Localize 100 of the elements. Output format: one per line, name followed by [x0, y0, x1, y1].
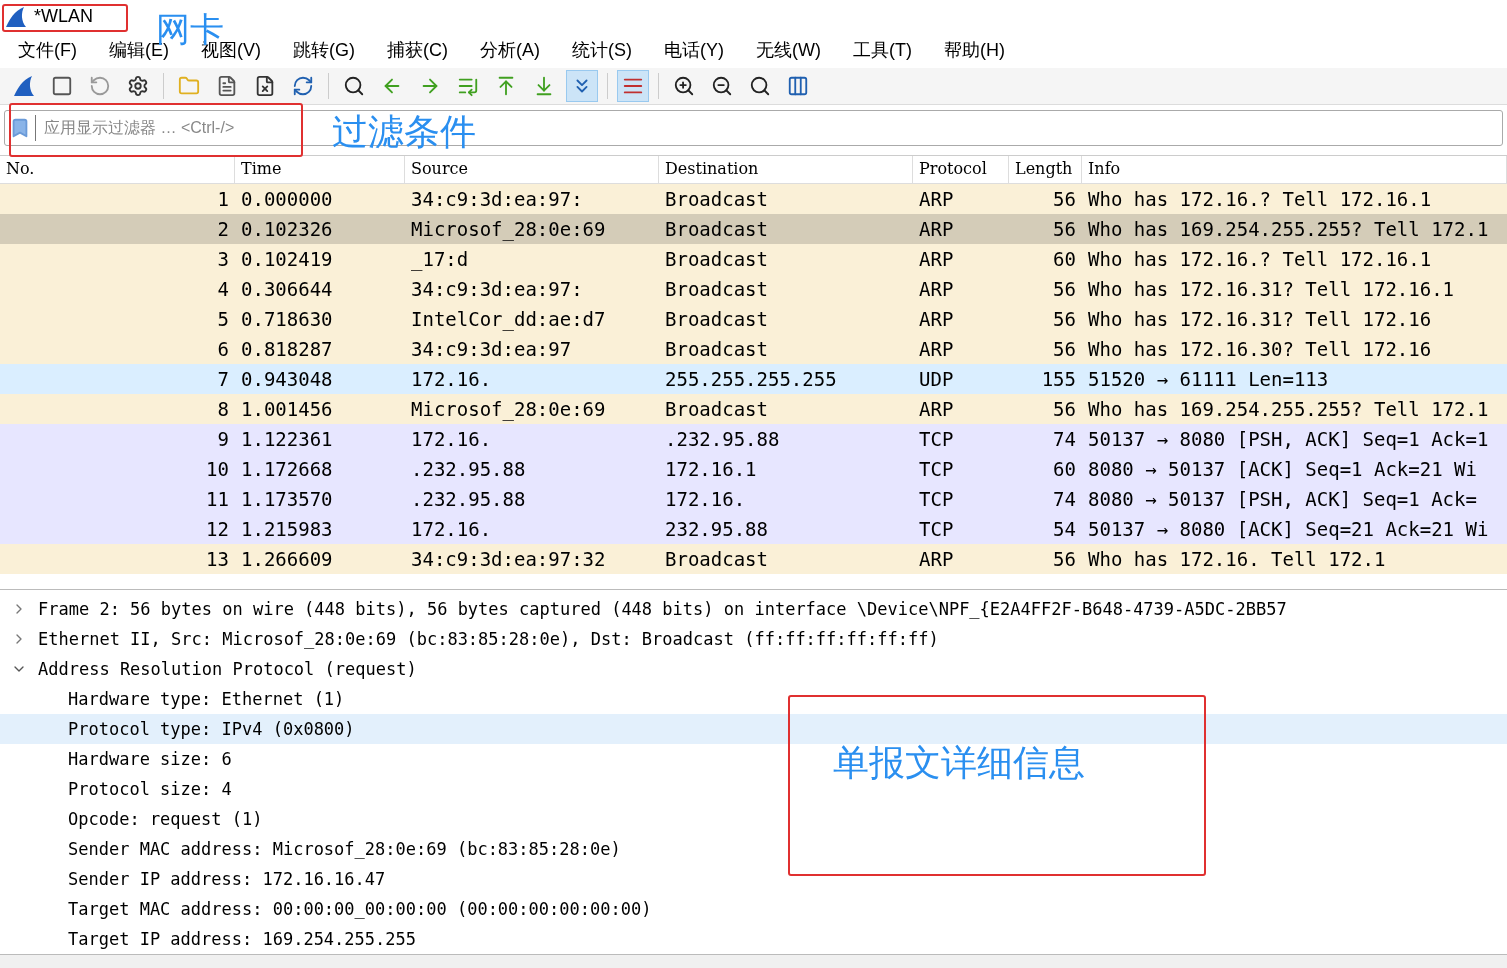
destination-cell-text: 172.16. [664, 486, 747, 512]
detail-text[interactable]: Sender IP address: 172.16.16.47 [68, 866, 386, 893]
length-cell-text: 60 [1052, 456, 1077, 482]
menu-item[interactable]: 捕获(C) [385, 37, 450, 65]
time-cell-text: 1.215983 [240, 516, 334, 542]
number-cell-text: 6 [216, 336, 230, 362]
column-header[interactable]: Info [1082, 155, 1507, 183]
zoom-in-icon [673, 75, 695, 98]
protocol-cell-text: ARP [918, 546, 955, 572]
column-header[interactable]: Protocol [913, 155, 1009, 183]
time-cell-text: 1.001456 [240, 396, 334, 422]
protocol-cell-text: TCP [918, 456, 955, 482]
packet-row[interactable]: 10 1.172668 .232.95.88 172.16.1 TCP 60 8080 → 50137 [ACK] Seq=1 Ack=21 Wi [0, 453, 1507, 484]
packet-row[interactable]: 13 1.266609 34:c9:3d:ea:97:32 Broadcast ARP 56 Who has 172.16. Tell 172.1 [0, 543, 1507, 574]
packet-row[interactable]: 7 0.943048 172.16. 255.255.255.255 UDP 155 51520 → 61111 Len=113 [0, 363, 1507, 394]
protocol-cell-text: UDP [918, 366, 955, 392]
column-header[interactable]: Source [405, 155, 659, 183]
info-cell-text: 8080 → 50137 [PSH, ACK] Seq=1 Ack= [1087, 486, 1478, 512]
menu-item[interactable]: 跳转(G) [291, 37, 357, 65]
packet-row[interactable]: 4 0.306644 34:c9:3d:ea:97: Broadcast ARP 56 Who has 172.16.31? Tell 172.16.1 [0, 273, 1507, 304]
source-cell-text: IntelCor_dd:ae:d7 [410, 306, 607, 333]
packet-row[interactable]: 8 1.001456 Microsof_28:0e:69 Broadcast ARP 56 Who has 169.254.255.255? Tell 172.1 [0, 393, 1507, 424]
length-cell-text: 56 [1052, 306, 1077, 332]
menu-item[interactable]: 工具(T) [850, 37, 914, 65]
column-header[interactable]: Destination [659, 155, 913, 183]
destination-cell-text: Broadcast [664, 186, 769, 212]
number-cell-text: 13 [205, 546, 230, 572]
protocol-cell-text: ARP [918, 186, 955, 212]
detail-text[interactable]: Address Resolution Protocol (request) [38, 656, 417, 683]
detail-text[interactable]: Protocol size: 4 [68, 776, 232, 803]
length-cell-text: 54 [1052, 516, 1077, 542]
protocol-cell-text: ARP [918, 336, 955, 362]
stop-icon [51, 75, 73, 98]
menu-item[interactable]: 帮助(H) [941, 37, 1007, 65]
menu-item[interactable]: 分析(A) [478, 37, 542, 65]
length-cell-text: 56 [1052, 216, 1077, 242]
menu-item[interactable]: 无线(W) [754, 37, 823, 65]
columns-icon [787, 75, 809, 98]
info-cell-text: Who has 172.16.? Tell 172.16.1 [1087, 246, 1433, 272]
detail-text[interactable]: Target MAC address: 00:00:00_00:00:00 (00:00:00:00:00:00) [68, 896, 652, 923]
number-cell-text: 9 [216, 426, 230, 452]
packet-row[interactable]: 1 0.000000 34:c9:3d:ea:97: Broadcast ARP 56 Who has 172.16.? Tell 172.16.1 [0, 183, 1507, 214]
number-cell-text: 8 [216, 396, 230, 422]
source-cell-text: 172.16. [410, 426, 493, 452]
column-header[interactable]: Length [1009, 155, 1082, 183]
info-cell-text: Who has 169.254.255.255? Tell 172.1 [1087, 216, 1490, 242]
length-cell-text: 56 [1052, 396, 1077, 422]
packet-row[interactable]: 9 1.122361 172.16. .232.95.88 TCP 74 50137 → 8080 [PSH, ACK] Seq=1 Ack=1 [0, 423, 1507, 454]
destination-cell-text: Broadcast [664, 336, 769, 362]
packet-row[interactable]: 11 1.173570 .232.95.88 172.16. TCP 74 8080 → 50137 [PSH, ACK] Seq=1 Ack= [0, 483, 1507, 514]
destination-cell-text: 172.16.1 [664, 456, 758, 482]
zoom-out-icon [711, 75, 733, 98]
annotation-label: 单报文详细信息 [833, 745, 1085, 781]
info-cell-text: Who has 172.16.30? Tell 172.16 [1087, 336, 1433, 362]
time-cell-text: 0.000000 [240, 186, 334, 212]
source-cell-text: _17:d [410, 246, 470, 273]
display-filter-input[interactable]: 应用显示过滤器 … <Ctrl-/> [36, 110, 306, 145]
source-cell-text: 34:c9:3d:ea:97: [410, 186, 584, 212]
column-header[interactable]: No. [0, 155, 235, 183]
length-cell-text: 74 [1052, 426, 1077, 452]
detail-text[interactable]: Ethernet II, Src: Microsof_28:0e:69 (bc:83:85:28:0e), Dst: Broadcast (ff:ff:ff:ff:ff:ff) [38, 626, 939, 653]
zoom-reset-icon [749, 75, 771, 98]
length-cell-text: 56 [1052, 276, 1077, 302]
detail-text[interactable]: Sender MAC address: Microsof_28:0e:69 (bc:83:85:28:0e) [68, 836, 621, 863]
detail-text[interactable]: Hardware size: 6 [68, 746, 232, 773]
destination-cell-text: Broadcast [664, 276, 769, 302]
detail-text[interactable]: Protocol type: IPv4 (0x0800) [68, 716, 355, 743]
protocol-cell-text: ARP [918, 276, 955, 302]
detail-text[interactable]: Opcode: request (1) [68, 806, 263, 833]
menu-item[interactable]: 文件(F) [16, 37, 79, 65]
packet-row[interactable]: 6 0.818287 34:c9:3d:ea:97 Broadcast ARP 56 Who has 172.16.30? Tell 172.16 [0, 333, 1507, 364]
menu-item[interactable]: 电话(Y) [662, 37, 726, 65]
protocol-cell-text: ARP [918, 396, 955, 422]
destination-cell-text: 255.255.255.255 [664, 366, 838, 392]
detail-text[interactable]: Hardware type: Ethernet (1) [68, 686, 345, 713]
info-cell-text: Who has 172.16.? Tell 172.16.1 [1087, 186, 1433, 212]
packet-row[interactable]: 3 0.102419 _17:d Broadcast ARP 60 Who has 172.16.? Tell 172.16.1 [0, 243, 1507, 274]
number-cell-text: 1 [216, 186, 230, 212]
length-cell-text: 56 [1052, 546, 1077, 572]
protocol-cell-text: TCP [918, 516, 955, 542]
number-cell-text: 2 [216, 216, 230, 242]
packet-row[interactable]: 2 0.102326 Microsof_28:0e:69 Broadcast ARP 56 Who has 169.254.255.255? Tell 172.1 [0, 213, 1507, 244]
column-header[interactable]: Time [235, 155, 405, 183]
search-icon [343, 75, 365, 98]
protocol-cell-text: ARP [918, 246, 955, 272]
info-cell-text: 50137 → 8080 [ACK] Seq=21 Ack=21 Wi [1087, 516, 1490, 542]
menu-item[interactable]: 统计(S) [570, 37, 634, 65]
packet-row[interactable]: 5 0.718630 IntelCor_dd:ae:d7 Broadcast ARP 56 Who has 172.16.31? Tell 172.16 [0, 303, 1507, 334]
time-cell-text: 0.102419 [240, 246, 334, 272]
time-cell-text: 0.943048 [240, 366, 334, 392]
packet-row[interactable]: 12 1.215983 172.16. 232.95.88 TCP 54 50137 → 8080 [ACK] Seq=21 Ack=21 Wi [0, 513, 1507, 544]
length-cell-text: 60 [1052, 246, 1077, 272]
detail-text[interactable]: Frame 2: 56 bytes on wire (448 bits), 56 bytes captured (448 bits) on interface \Device\NPF_{E2A4FF2F-B648-4739-A5DC-2BB57 [38, 596, 1287, 623]
info-cell-text: 8080 → 50137 [ACK] Seq=1 Ack=21 Wi [1087, 456, 1478, 482]
shark-fin-icon[interactable] [4, 4, 28, 29]
number-cell-text: 5 [216, 306, 230, 332]
source-cell-text: 34:c9:3d:ea:97:32 [410, 546, 607, 572]
detail-text[interactable]: Target IP address: 169.254.255.255 [68, 926, 416, 953]
number-cell-text: 4 [216, 276, 230, 302]
destination-cell-text: Broadcast [664, 546, 769, 572]
